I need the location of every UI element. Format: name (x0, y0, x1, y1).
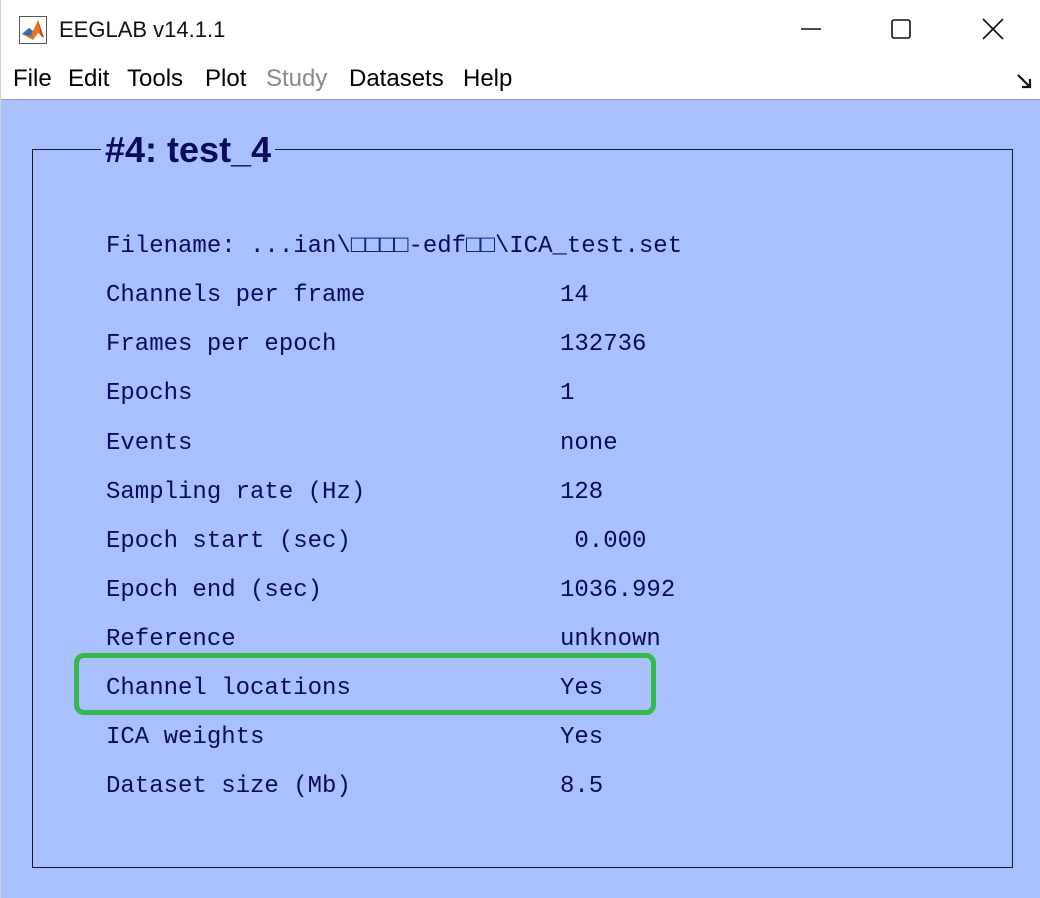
row-label-epoch-end: Epoch end (sec) (106, 577, 323, 604)
eeglab-window: EEGLAB v14.1.1 File Edit Tools Plot Stud… (0, 0, 1040, 898)
row-value-sampling-rate: 128 (560, 479, 604, 506)
row-value-ica-weights: Yes (560, 724, 604, 751)
row-value-reference: unknown (560, 626, 661, 653)
menu-edit[interactable]: Edit (68, 63, 109, 95)
menu-datasets[interactable]: Datasets (349, 63, 444, 95)
minimize-button[interactable] (765, 0, 857, 58)
row-label-channels-per-frame: Channels per frame (106, 282, 366, 309)
row-value-events: none (560, 430, 618, 457)
menu-plot[interactable]: Plot (205, 63, 246, 95)
row-label-sampling-rate: Sampling rate (Hz) (106, 479, 366, 506)
row-value-frames-per-epoch: 132736 (560, 331, 647, 358)
row-value-channels-per-frame: 14 (560, 282, 589, 309)
row-label-ica-weights: ICA weights (106, 724, 265, 751)
close-icon (982, 18, 1004, 40)
row-label-reference: Reference (106, 626, 236, 653)
row-value-epoch-end: 1036.992 (560, 577, 676, 604)
channel-locations-highlight (74, 653, 656, 715)
row-label-frames-per-epoch: Frames per epoch (106, 331, 337, 358)
menu-tools[interactable]: Tools (127, 63, 183, 95)
menu-bar: File Edit Tools Plot Study Datasets Help (1, 58, 1040, 100)
close-button[interactable] (947, 0, 1039, 58)
menu-file[interactable]: File (13, 63, 52, 95)
minimize-icon (801, 28, 821, 30)
row-value-epochs: 1 (560, 380, 575, 407)
row-label-events: Events (106, 430, 193, 457)
menu-study: Study (266, 65, 328, 92)
menu-help[interactable]: Help (463, 63, 512, 95)
row-value-epoch-start: 0.000 (560, 528, 647, 555)
undock-arrow-icon[interactable] (1015, 72, 1033, 90)
row-label-dataset-size: Dataset size (Mb) (106, 773, 351, 800)
dataset-title: #4: test_4 (101, 128, 276, 172)
maximize-icon (891, 19, 911, 39)
window-title: EEGLAB v14.1.1 (59, 17, 226, 42)
row-label-epochs: Epochs (106, 380, 193, 407)
maximize-button[interactable] (855, 0, 947, 58)
filename-row: Filename: ...ian\□□□□-edf□□\ICA_test.set (106, 233, 683, 260)
row-value-dataset-size: 8.5 (560, 773, 604, 800)
title-bar: EEGLAB v14.1.1 (1, 0, 1040, 58)
matlab-icon (19, 16, 47, 44)
row-label-epoch-start: Epoch start (sec) (106, 528, 351, 555)
